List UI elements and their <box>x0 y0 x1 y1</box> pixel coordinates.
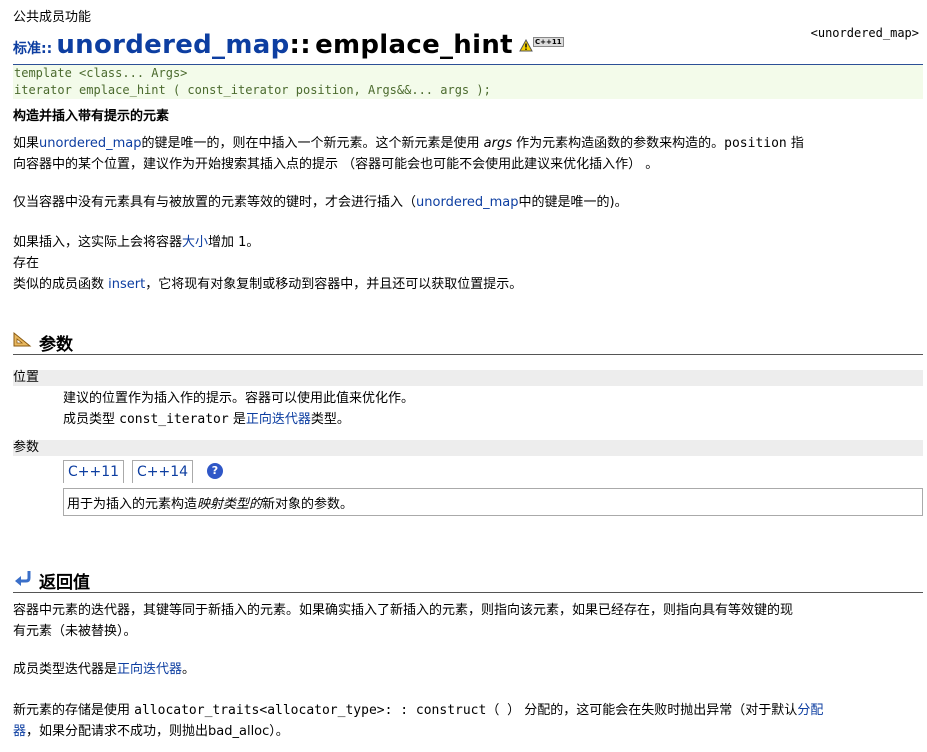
parameters-title: 参数 <box>39 335 73 355</box>
description-para-4: 存在 <box>13 256 40 271</box>
version-badge-label: C++11 <box>533 37 564 47</box>
title-func-name: emplace_hint <box>315 30 513 60</box>
return-para-1: 容器中元素的迭代器，其键等同于新插入的元素。如果确实插入了新插入的元素，则指向该… <box>13 603 794 639</box>
tab-cpp14[interactable]: C++14 <box>132 460 194 483</box>
allocator-link-2[interactable]: 器 <box>13 724 26 739</box>
allocator-link[interactable]: 分配 <box>797 703 823 718</box>
insert-link[interactable]: insert <box>108 277 145 292</box>
position-term: position <box>724 136 787 151</box>
description-para-1: 如果unordered_map的键是唯一的，则在中插入一个新元素。这个新元素是使… <box>13 136 804 172</box>
std-prefix: 标准:: <box>13 41 53 57</box>
args-term: args <box>483 136 512 151</box>
header-reference[interactable]: <unordered_map> <box>811 26 919 40</box>
param-position-desc-1: 建议的位置作为插入作的提示。容器可以使用此值来优化作。 <box>63 391 415 406</box>
return-section-header: 返回值 <box>13 566 923 593</box>
version-badge: C++11 <box>519 37 564 53</box>
tab-cpp11[interactable]: C++11 <box>63 460 125 483</box>
return-arrow-icon <box>15 571 31 586</box>
code-signature: template <class... Args> iterator emplac… <box>13 64 923 99</box>
description-para-3: 如果插入，这实际上会将容器大小增加 1。 <box>13 235 260 250</box>
return-title: 返回值 <box>39 573 90 593</box>
param-position-desc-2: 成员类型 const_iterator 是正向迭代器类型。 <box>63 412 350 427</box>
param-args-name: 参数 <box>13 440 40 455</box>
code-line-2: iterator emplace_hint ( const_iterator p… <box>14 83 491 97</box>
description-para-2: 仅当容器中没有元素具有与被放置的元素等效的键时，才会进行插入（unordered… <box>13 195 628 210</box>
return-para-3: 新元素的存储是使用 allocator_traits<allocator_typ… <box>13 703 824 739</box>
const-iterator-term: const_iterator <box>119 412 229 427</box>
return-para-2: 成员类型迭代器是正向迭代器。 <box>13 662 196 677</box>
version-panel-text: 用于为插入的元素构造映射类型的新对象的参数。 <box>67 497 354 512</box>
version-panel: 用于为插入的元素构造映射类型的新对象的参数。 <box>63 488 923 516</box>
unordered-map-link[interactable]: unordered_map <box>39 136 142 151</box>
parameters-section-header: 参数 <box>13 328 923 355</box>
forward-iterator-link[interactable]: 正向迭代器 <box>246 412 311 427</box>
help-icon[interactable]: ? <box>207 463 223 479</box>
param-position-name: 位置 <box>13 370 40 385</box>
allocator-traits-term: allocator_traits<allocator_type>: : cons… <box>134 703 521 718</box>
unordered-map-link-2[interactable]: unordered_map <box>416 195 519 210</box>
ruler-icon <box>13 331 32 347</box>
mapped-type-term: 映射类型的 <box>197 497 263 512</box>
code-line-1: template <class... Args> <box>14 66 188 80</box>
summary-heading: 构造并插入带有提示的元素 <box>13 109 170 124</box>
version-tabs: C++11 C++14 ? <box>63 460 263 489</box>
page-title: 标准:: unordered_map:: emplace_hint C++11 <box>13 30 564 60</box>
size-link[interactable]: 大小 <box>182 235 208 250</box>
section-label: 公共成员功能 <box>13 10 92 25</box>
title-scope-sep: :: <box>289 30 311 60</box>
param-args-bar: 参数 <box>13 440 923 456</box>
warning-icon <box>519 38 533 52</box>
forward-iterator-link-2[interactable]: 正向迭代器 <box>117 662 182 677</box>
title-class-name[interactable]: unordered_map <box>56 30 289 60</box>
param-position-bar: 位置 <box>13 370 923 386</box>
description-para-5: 类似的成员函数 insert，它将现有对象复制或移动到容器中，并且还可以获取位置… <box>13 277 523 292</box>
